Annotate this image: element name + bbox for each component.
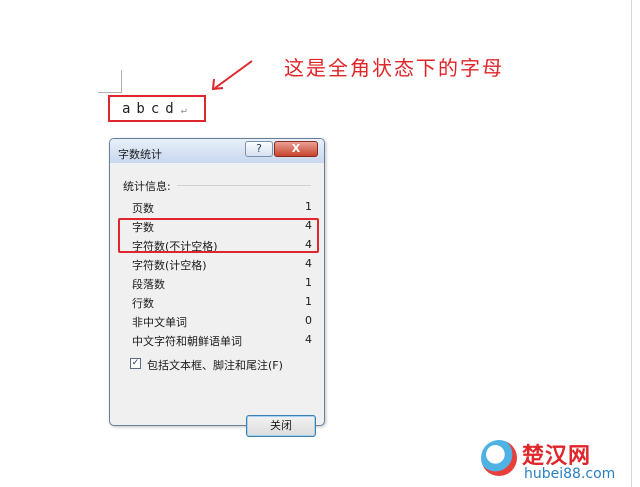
close-icon[interactable]: X	[274, 141, 318, 157]
document-text-highlight: abcd↵	[108, 95, 206, 122]
word-count-dialog: 字数统计 ? X 统计信息: 页数 1 字数 4 字符数(不计空格) 4 字符数…	[109, 138, 325, 437]
stat-value: 4	[305, 333, 312, 346]
stat-row-asian-chars: 中文字符和朝鲜语单词 4	[132, 331, 312, 349]
stat-row-lines: 行数 1	[132, 293, 312, 311]
stat-value: 1	[305, 276, 312, 289]
logo-emblem-icon	[481, 440, 517, 476]
stat-label: 中文字符和朝鲜语单词	[132, 335, 242, 348]
stats-highlight-box	[118, 218, 319, 253]
paragraph-mark-icon: ↵	[180, 105, 188, 116]
stat-label: 段落数	[132, 278, 165, 291]
margin-corner-horizontal	[98, 92, 122, 93]
stat-value: 1	[305, 200, 312, 213]
stat-row-non-asian-words: 非中文单词 0	[132, 312, 312, 330]
dialog-client-area: 统计信息: 页数 1 字数 4 字符数(不计空格) 4 字符数(计空格) 4 段…	[117, 167, 317, 437]
stat-row-chars-with-spaces: 字符数(计空格) 4	[132, 255, 312, 273]
stat-row-paragraphs: 段落数 1	[132, 274, 312, 292]
help-button[interactable]: ?	[245, 141, 273, 157]
stat-label: 行数	[132, 297, 154, 310]
watermark-logo: 楚汉网 hubei88.com	[478, 438, 636, 484]
logo-url: hubei88.com	[524, 466, 616, 482]
margin-corner-vertical	[121, 70, 122, 92]
stat-value: 4	[305, 257, 312, 270]
stat-value: 0	[305, 314, 312, 327]
annotation-text: 这是全角状态下的字母	[284, 56, 504, 80]
stat-row-pages: 页数 1	[132, 198, 312, 216]
page-edge-line	[631, 0, 632, 487]
stats-group-label: 统计信息:	[123, 180, 171, 193]
stat-label: 字符数(计空格)	[132, 259, 207, 272]
include-textboxes-checkbox[interactable]: ✓	[130, 358, 141, 369]
stat-label: 非中文单词	[132, 316, 187, 329]
dialog-title: 字数统计	[118, 148, 162, 161]
group-separator	[177, 185, 311, 186]
include-textboxes-label[interactable]: 包括文本框、脚注和尾注(F)	[147, 357, 283, 373]
dialog-titlebar[interactable]: 字数统计 ? X	[110, 139, 324, 163]
document-sample-text[interactable]: abcd	[122, 101, 180, 117]
annotation-arrow-icon	[211, 60, 253, 91]
stat-value: 1	[305, 295, 312, 308]
close-button[interactable]: 关闭	[246, 415, 316, 437]
stat-label: 页数	[132, 202, 154, 215]
